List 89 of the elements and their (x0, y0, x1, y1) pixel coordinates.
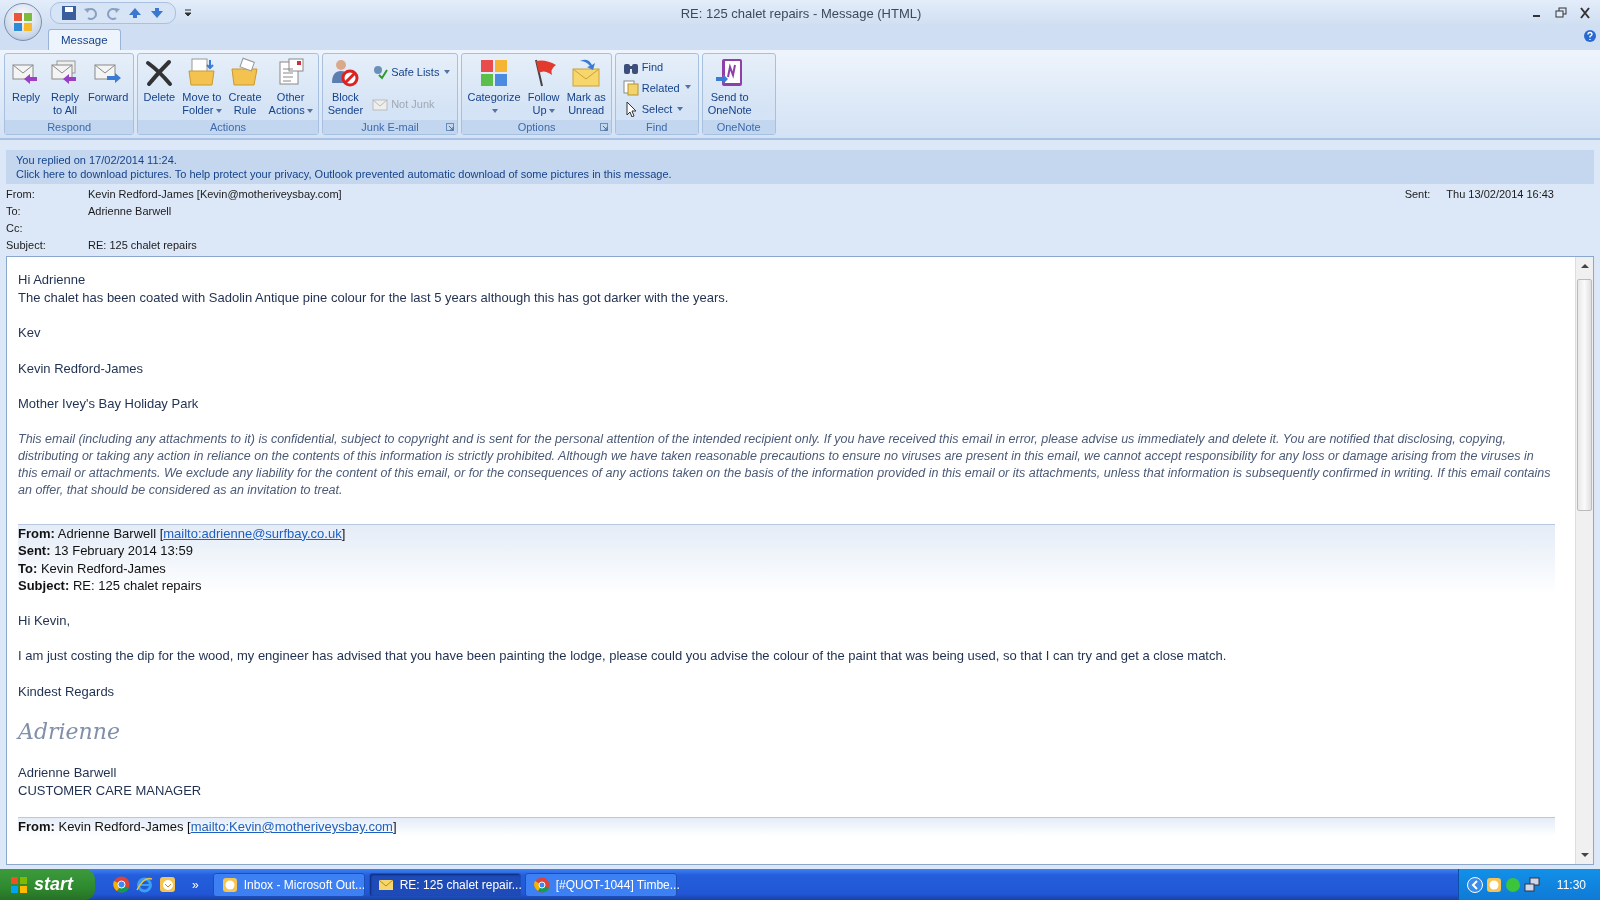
browser-icon (533, 876, 550, 893)
group-label: Find (615, 120, 698, 134)
start-button[interactable]: start (0, 869, 95, 900)
message-text: Adrienne Barwell (18, 764, 118, 782)
ribbon-button[interactable]: Find (619, 57, 694, 76)
ribbon-tab[interactable]: Message (48, 29, 121, 50)
header-line: From: Adrienne Barwell [mailto:adrienne@surfbay.co.uk] (18, 524, 347, 542)
save-icon[interactable] (61, 5, 77, 21)
ribbon-button[interactable]: Send to OneNote (704, 56, 755, 120)
group-label: Junk E-mail (322, 120, 458, 134)
dialog-launcher-icon[interactable] (446, 123, 455, 131)
message-text: I am just costing the dip for the wood, my engineer has advised that you have been painting the lodge, please could you advise the colour of the paint that was being used, so that I can try and get a close match. (18, 647, 1228, 665)
message-text: Kev (18, 324, 42, 342)
header-line: To: Kevin Redford-James (18, 559, 167, 577)
field-label: Sent: (1404, 187, 1431, 202)
close-icon[interactable] (1578, 7, 1592, 19)
ribbon-button[interactable]: Create Rule (225, 56, 265, 120)
field-label: To: (6, 204, 22, 219)
field-label: From: (6, 187, 36, 202)
taskbar-button[interactable]: Inbox - Microsoft Out... (212, 872, 365, 897)
ribbon-button[interactable]: Related (619, 79, 694, 97)
caret-icon (684, 85, 691, 90)
help-icon[interactable] (1584, 30, 1596, 42)
info-bar[interactable]: You replied on 17/02/2014 11:24. Click here to download pictures. To help protect your privacy, Outlook prevented automatic download of some pictures in this message. (6, 150, 1594, 184)
ribbon-button[interactable]: Move to Folder (179, 56, 225, 120)
message-text: CUSTOMER CARE MANAGER (18, 781, 203, 799)
header-line: From: Kevin Redford-James [mailto:Kevin@motheriveysbay.com] (18, 818, 398, 836)
folder-icon (185, 57, 218, 89)
email-link[interactable]: mailto:adrienne@surfbay.co.uk (163, 525, 342, 541)
field-value: Kevin Redford-James [Kevin@motheriveysbay.com] (88, 187, 342, 202)
caret-icon (548, 108, 555, 113)
clock: 11:30 (1556, 877, 1586, 892)
ribbon-button[interactable]: Reply to All (46, 56, 84, 120)
envelope-icon (372, 96, 389, 112)
group-label: OneNote (702, 120, 775, 134)
taskbar-button[interactable]: [#QUOT-1044] Timbe... (524, 872, 677, 897)
status-dot-icon[interactable] (1504, 876, 1521, 893)
message-text: Hi Adrienne (18, 271, 87, 289)
field-value: Thu 13/02/2014 16:43 (1446, 187, 1554, 202)
disclaimer-text: This email (including any attachments to it) is confidential, subject to copyright and is sent for the personal attention of the intended recipient only. If you have received this email in error, please advise us immediately and delete it. You are notified that disclosing, copying, distributing or taking any action in reliance on the contents of this information is strictly prohibited. Although we have taken reasonable precautions to ensure no viruses are present in this email, we cannot accept responsibility for any loss or damage arising from the viruses in this email or attachments. We exclude any liability for the content of this email, or for the consequences of any actions taken on the basis of the information provided in this email or its attachments, unless that information is subsequently confirmed in writing. If this email contains an offer, that should be considered as an invitation to treat. (18, 430, 1552, 499)
signature-text: Adrienne (18, 718, 121, 746)
restore-icon[interactable] (1554, 7, 1568, 19)
field-value: RE: 125 chalet repairs (88, 238, 197, 253)
ribbon-button[interactable]: Follow Up (524, 56, 563, 120)
office-button[interactable] (4, 3, 42, 41)
ribbon-button[interactable]: Select (619, 100, 694, 119)
ribbon-button[interactable]: Other Actions (265, 56, 316, 120)
info-text: You replied on 17/02/2014 11:24. (16, 153, 178, 167)
ribbon-button[interactable]: Reply (7, 56, 45, 120)
group-label: Actions (138, 120, 318, 134)
caret-icon (444, 69, 451, 74)
scroll-thumb[interactable] (1577, 279, 1592, 511)
ribbon-button[interactable]: Safe Lists (369, 63, 454, 81)
ribbon-button[interactable]: Delete (140, 56, 179, 120)
overflow-button[interactable]: » (182, 877, 209, 892)
group-label: Respond (5, 120, 134, 134)
ribbon-button[interactable]: Mark as Unread (563, 56, 609, 120)
group-label: Options (462, 120, 611, 134)
message-text: The chalet has been coated with Sadolin Antique pine colour for the last 5 years although this has got darker with the years. (18, 288, 730, 306)
window-title: RE: 125 chalet repairs - Message (HTML) (679, 5, 923, 21)
network-icon[interactable] (1523, 876, 1540, 893)
field-value: Adrienne Barwell (88, 204, 172, 219)
windows-logo-icon (10, 875, 28, 894)
field-label: Subject: (6, 238, 47, 253)
info-text: Click here to download pictures. To help protect your privacy, Outlook prevented automatic download of some pictures in this message. (16, 167, 673, 181)
documents-icon (622, 80, 639, 96)
message-text: Hi Kevin, (18, 611, 72, 629)
caret-icon[interactable] (184, 9, 192, 17)
chevron-left-icon[interactable] (1466, 876, 1483, 893)
caret-icon (215, 108, 222, 113)
dialog-launcher-icon[interactable] (599, 123, 608, 131)
scrollbar[interactable] (1575, 257, 1593, 864)
caret-icon (677, 106, 684, 111)
ribbon-button[interactable]: Categorize (464, 56, 524, 120)
ribbon-button[interactable]: Block Sender (324, 56, 367, 120)
ribbon-button[interactable]: Forward (85, 56, 132, 120)
message-text: Mother Ivey's Bay Holiday Park (18, 395, 200, 413)
taskbar-button[interactable]: RE: 125 chalet repair... (368, 872, 521, 897)
field-label: Cc: (6, 221, 24, 236)
office-logo-icon (12, 11, 34, 33)
caret-icon (492, 108, 499, 113)
message-text: Kevin Redford-James (18, 359, 144, 377)
header-line: Sent: 13 February 2014 13:59 (18, 542, 194, 560)
browser-icon[interactable] (136, 876, 153, 893)
header-line: Subject: RE: 125 chalet repairs (18, 577, 203, 595)
message-text: Kindest Regards (18, 682, 116, 700)
envelope-icon (570, 57, 603, 89)
browser-icon[interactable] (113, 876, 130, 893)
caret-icon (306, 108, 313, 113)
